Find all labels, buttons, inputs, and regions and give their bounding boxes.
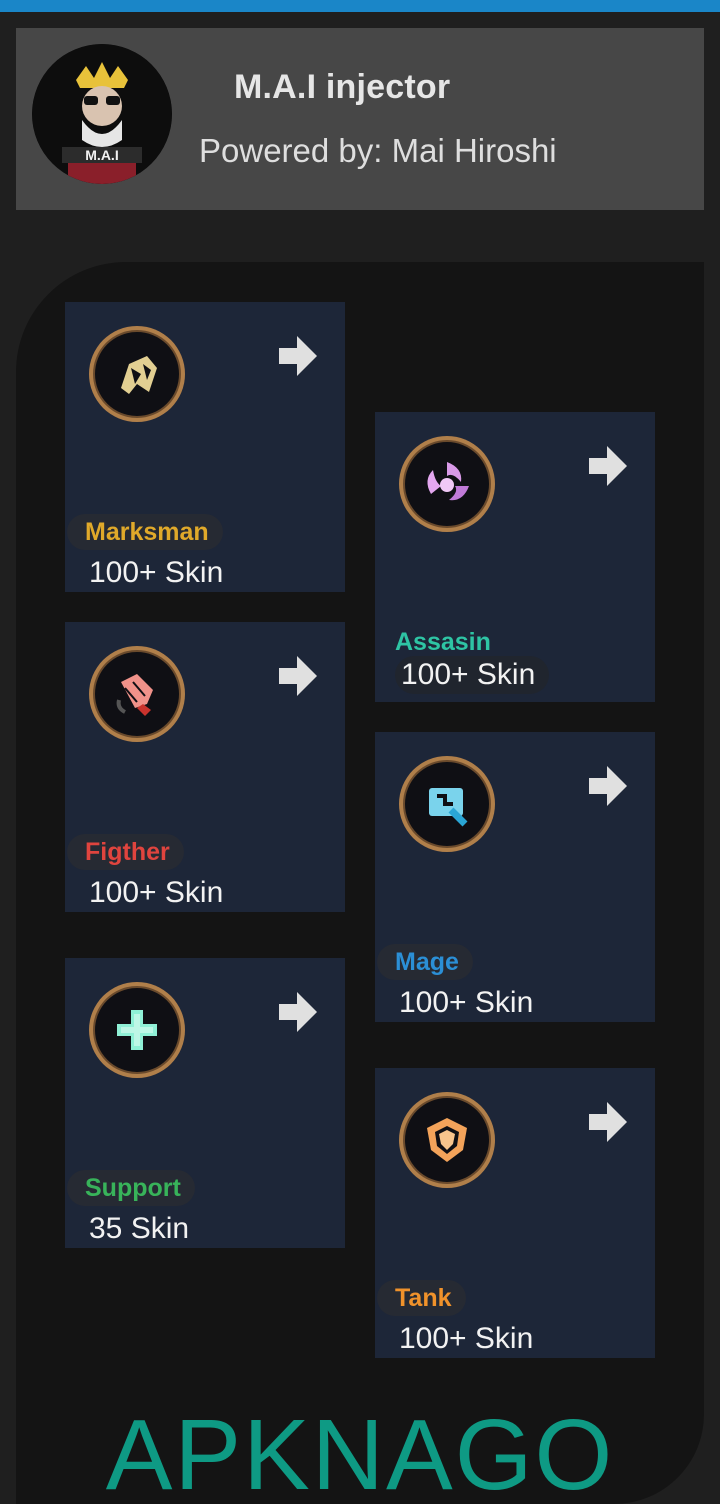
role-card-marksman[interactable]: Marksman 100+ Skin [65, 302, 345, 592]
skin-count-tank: 100+ Skin [399, 1322, 534, 1355]
arrow-right-icon[interactable] [587, 1100, 629, 1144]
role-card-tank[interactable]: Tank 100+ Skin [375, 1068, 655, 1358]
assassin-icon [399, 436, 495, 532]
skin-count-marksman: 100+ Skin [89, 556, 224, 589]
top-accent-bar [0, 0, 720, 12]
app-subtitle: Powered by: Mai Hiroshi [199, 132, 557, 169]
role-label-assasin: Assasin [395, 627, 491, 656]
role-card-figther[interactable]: Figther 100+ Skin [65, 622, 345, 912]
tank-icon [399, 1092, 495, 1188]
role-card-support[interactable]: Support 35 Skin [65, 958, 345, 1248]
arrow-right-icon[interactable] [587, 444, 629, 488]
role-label-support: Support [67, 1170, 195, 1206]
support-icon [89, 982, 185, 1078]
skin-count-mage: 100+ Skin [399, 986, 534, 1019]
skin-count-support: 35 Skin [89, 1212, 190, 1245]
role-card-assasin[interactable]: Assasin 100+ Skin [375, 412, 655, 702]
role-label-figther: Figther [67, 834, 184, 870]
role-label-mage: Mage [377, 944, 473, 980]
mage-icon [399, 756, 495, 852]
role-label-tank: Tank [377, 1280, 466, 1316]
marksman-icon [89, 326, 185, 422]
arrow-right-icon[interactable] [277, 990, 319, 1034]
skin-count-figther: 100+ Skin [89, 876, 224, 909]
logo-text: M.A.I [85, 147, 118, 163]
app-title: M.A.I injector [234, 68, 451, 106]
role-card-mage[interactable]: Mage 100+ Skin [375, 732, 655, 1022]
fighter-icon [89, 646, 185, 742]
arrow-right-icon[interactable] [587, 764, 629, 808]
arrow-right-icon[interactable] [277, 334, 319, 378]
arrow-right-icon[interactable] [277, 654, 319, 698]
role-label-marksman: Marksman [67, 514, 223, 550]
watermark-text: APKNAGO [105, 1399, 615, 1504]
skin-count-assasin: 100+ Skin [395, 656, 550, 694]
app-logo-avatar: M.A.I [32, 44, 172, 184]
